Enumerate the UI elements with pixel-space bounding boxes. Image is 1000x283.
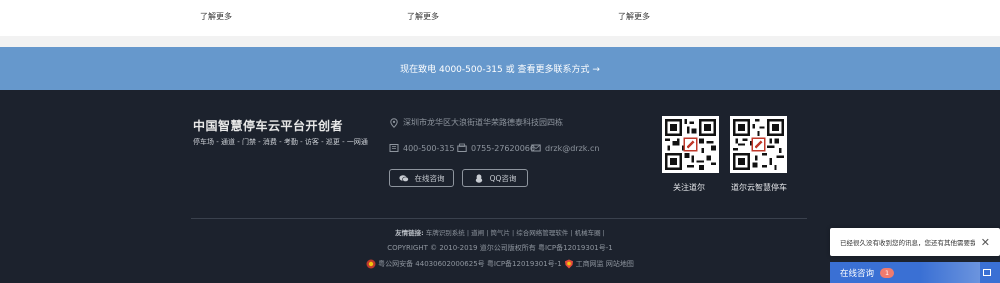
phone-number[interactable]: 400-500-315 [403, 144, 455, 153]
friend-link-1[interactable]: 车牌识别系统 [426, 229, 465, 237]
learn-more-link-1[interactable]: 了解更多 [200, 11, 232, 22]
mail-icon [531, 144, 541, 152]
online-consult-label: 在线咨询 [414, 173, 445, 183]
email-address[interactable]: drzk@drzk.cn [545, 144, 599, 153]
tel-number[interactable]: 0755-27620066 [471, 144, 535, 153]
friend-link-4[interactable]: 综合网络管理软件 [516, 229, 568, 237]
phone-icon [389, 144, 399, 152]
friend-link-2[interactable]: 道闸 [471, 229, 484, 237]
chat-popup: 已经很久没有收到您的讯息，您还有其他需要我... ✕ [830, 228, 1000, 256]
qr-code-cloud-parking [730, 116, 787, 173]
address-row: 深圳市龙华区大浪街道华荣路德泰科技园四栋 [389, 117, 563, 128]
footer-divider [191, 218, 807, 219]
friend-link-5[interactable]: 机械车圈 [575, 229, 601, 237]
email-row: drzk@drzk.cn [531, 143, 599, 153]
chat-bubble-icon [398, 174, 409, 182]
friend-link-3[interactable]: 筒气片 [490, 229, 510, 237]
online-chat-bar[interactable]: 在线咨询 1 [830, 262, 1000, 283]
chat-popup-message[interactable]: 已经很久没有收到您的讯息，您还有其他需要我... [840, 237, 975, 247]
qr-label-daoer: 关注道尔 [673, 183, 705, 192]
fax-icon [457, 143, 467, 152]
brand-subtitle: 停车场 - 通道 - 门禁 - 消费 - 考勤 - 访客 - 巡更 - 一网通 [193, 138, 368, 146]
chat-bar-label: 在线咨询 [840, 268, 875, 279]
qq-penguin-icon [475, 173, 482, 183]
location-pin-icon [390, 117, 398, 128]
qr-code-daoer [662, 116, 719, 173]
contact-banner: 现在致电 4000-500-315 或 查看更多联系方式 → [0, 47, 1000, 90]
qr-code-icon [665, 119, 716, 170]
brand-title: 中国智慧停车云平台开创者 [193, 119, 344, 133]
unread-count-badge: 1 [880, 267, 895, 278]
address-text: 深圳市龙华区大浪街道华荣路德泰科技园四栋 [403, 118, 563, 127]
gov-shield-icon [564, 259, 573, 269]
tel-row: 0755-27620066 [457, 143, 535, 153]
learn-more-link-3[interactable]: 了解更多 [618, 11, 650, 22]
close-icon[interactable]: ✕ [981, 236, 990, 249]
gov-monitor-link[interactable]: 工商网监 网站地图 [576, 259, 634, 269]
police-badge-icon [366, 259, 376, 269]
qq-consult-button[interactable]: QQ咨询 [462, 169, 528, 187]
section-separator [0, 36, 1000, 47]
chat-bar-decoration [920, 262, 980, 283]
phone-row: 400-500-315 [389, 143, 455, 153]
qq-consult-label: QQ咨询 [489, 173, 517, 183]
online-consult-button[interactable]: 在线咨询 [389, 169, 454, 187]
minimize-icon[interactable] [983, 269, 991, 276]
friend-links-label: 友情链接: [395, 229, 424, 237]
police-record-link[interactable]: 粤公网安备 44030602000625号 粤ICP备12019301号-1 [378, 259, 562, 269]
qr-code-icon [733, 119, 784, 170]
learn-more-link-2[interactable]: 了解更多 [407, 11, 439, 22]
qr-label-cloud-parking: 道尔云智慧停车 [731, 183, 787, 192]
contact-link[interactable]: 现在致电 4000-500-315 或 查看更多联系方式 → [400, 62, 600, 75]
